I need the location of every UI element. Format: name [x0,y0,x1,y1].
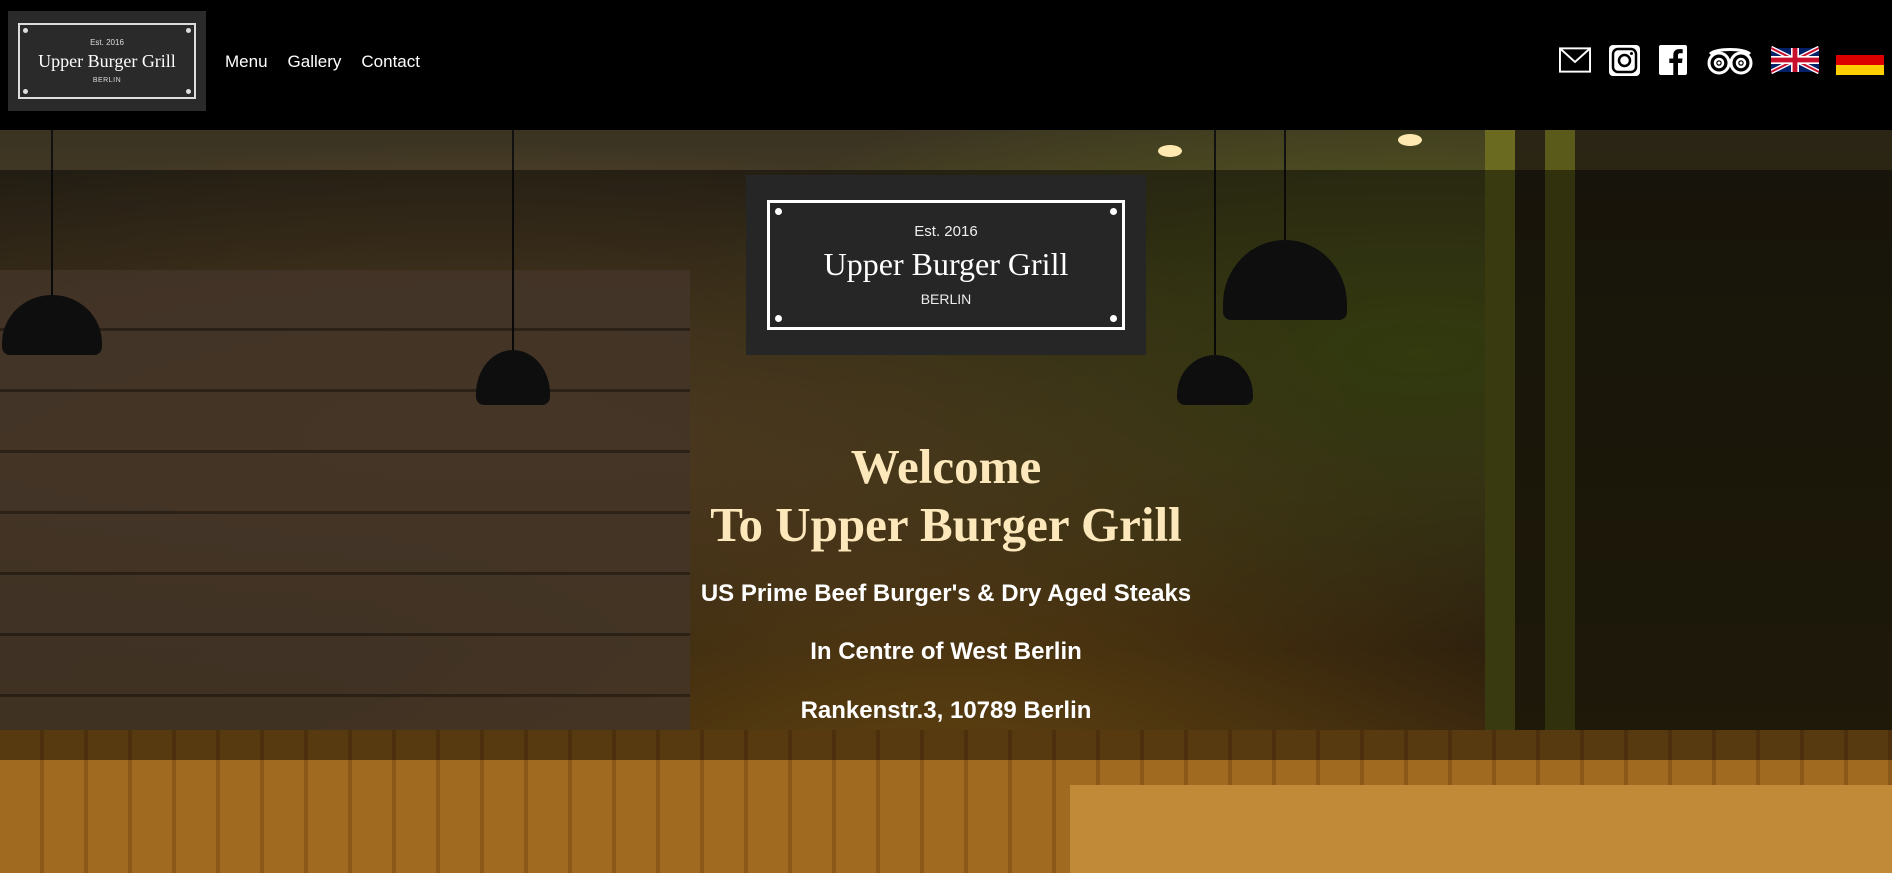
welcome-line-2: To Upper Burger Grill [710,497,1182,552]
screw-dot [186,89,191,94]
welcome-heading: Welcome To Upper Burger Grill [0,438,1892,554]
screw-dot [23,89,28,94]
screw-dot [1110,315,1117,322]
screw-dot [1110,208,1117,215]
header-icons [1559,44,1884,76]
instagram-icon[interactable] [1608,44,1640,76]
logo-est: Est. 2016 [90,38,124,47]
welcome-line-1: Welcome [850,439,1042,494]
hero-logo-city: BERLIN [920,291,972,307]
facebook-icon[interactable] [1657,44,1689,76]
uk-flag-icon[interactable] [1771,44,1819,76]
german-flag-icon[interactable] [1836,44,1884,76]
email-icon[interactable] [1559,44,1591,76]
tagline: US Prime Beef Burger's & Dry Aged Steaks [700,580,1192,607]
nav-gallery-link[interactable]: Gallery [288,52,342,72]
main-nav: Menu Gallery Contact [225,52,420,72]
hero-logo-est: Est. 2016 [914,223,978,240]
tripadvisor-icon[interactable] [1706,44,1754,76]
hero-logo: Est. 2016 Upper Burger Grill BERLIN [746,175,1146,355]
address-text: Rankenstr.3, 10789 Berlin [800,697,1092,724]
hero-logo-name: Upper Burger Grill [823,246,1069,282]
location-text: In Centre of West Berlin [810,638,1082,665]
nav-menu-link[interactable]: Menu [225,52,268,72]
site-header: Est. 2016 Upper Burger Grill BERLIN Menu… [0,0,1892,130]
logo-name: Upper Burger Grill [38,51,176,71]
restaurant-table [1070,785,1892,873]
screw-dot [186,28,191,33]
nav-contact-link[interactable]: Contact [361,52,420,72]
screw-dot [23,28,28,33]
hero-section: Est. 2016 Upper Burger Grill BERLIN Welc… [0,130,1892,873]
screw-dot [775,208,782,215]
header-logo[interactable]: Est. 2016 Upper Burger Grill BERLIN [8,11,206,111]
logo-city: BERLIN [92,77,122,84]
screw-dot [775,315,782,322]
header-logo-frame: Est. 2016 Upper Burger Grill BERLIN [18,23,196,99]
hero-logo-frame: Est. 2016 Upper Burger Grill BERLIN [767,200,1125,330]
